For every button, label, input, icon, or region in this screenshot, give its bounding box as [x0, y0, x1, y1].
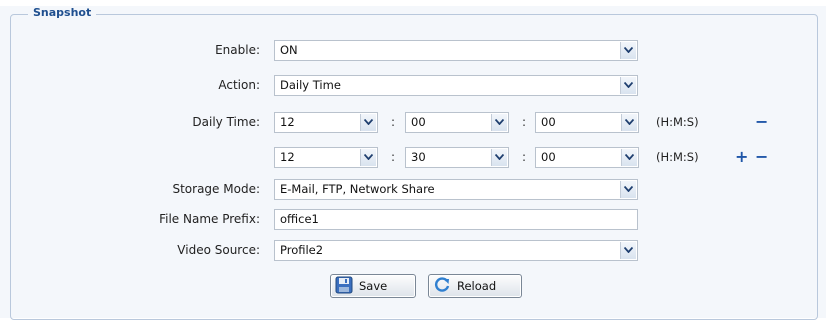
reload-button[interactable]: Reload	[428, 274, 522, 298]
video-source-select[interactable]: Profile2	[274, 240, 638, 261]
second-select[interactable]: 00	[535, 147, 639, 168]
chevron-down-icon[interactable]	[620, 242, 636, 259]
time-unit-hint: (H:M:S)	[656, 150, 699, 164]
minute-value: 00	[411, 115, 426, 129]
action-value: Daily Time	[280, 78, 341, 92]
second-value: 00	[541, 150, 556, 164]
snapshot-panel: Snapshot Enable: ON Action: Daily Time D…	[0, 6, 826, 320]
second-value: 00	[541, 115, 556, 129]
minute-select[interactable]: 00	[405, 112, 509, 133]
chevron-down-icon[interactable]	[620, 42, 636, 59]
action-select[interactable]: Daily Time	[274, 75, 638, 96]
daily-time-label: Daily Time:	[192, 115, 260, 129]
enable-select[interactable]: ON	[274, 40, 638, 61]
time-separator: :	[391, 150, 396, 164]
reload-label: Reload	[457, 279, 497, 293]
time-separator: :	[391, 115, 396, 129]
chevron-down-icon[interactable]	[620, 77, 636, 94]
save-label: Save	[359, 279, 388, 293]
minus-icon[interactable]: −	[755, 147, 768, 167]
hour-select[interactable]: 12	[274, 147, 378, 168]
minus-icon[interactable]: −	[755, 112, 768, 132]
section-legend: Snapshot	[28, 6, 97, 19]
chevron-down-icon[interactable]	[491, 114, 507, 131]
time-separator: :	[522, 115, 527, 129]
chevron-down-icon[interactable]	[621, 114, 637, 131]
minute-select[interactable]: 30	[405, 147, 509, 168]
chevron-down-icon[interactable]	[491, 149, 507, 166]
save-button[interactable]: Save	[330, 274, 416, 298]
chevron-down-icon[interactable]	[360, 149, 376, 166]
minute-value: 30	[411, 150, 426, 164]
hour-value: 12	[280, 150, 295, 164]
time-unit-hint: (H:M:S)	[656, 115, 699, 129]
enable-label: Enable:	[215, 43, 260, 57]
action-label: Action:	[218, 78, 260, 92]
enable-value: ON	[280, 43, 298, 57]
time-separator: :	[522, 150, 527, 164]
second-select[interactable]: 00	[535, 112, 639, 133]
file-name-prefix-label: File Name Prefix:	[159, 212, 260, 226]
refresh-icon	[433, 276, 451, 297]
hour-value: 12	[280, 115, 295, 129]
hour-select[interactable]: 12	[274, 112, 378, 133]
storage-mode-select[interactable]: E-Mail, FTP, Network Share	[274, 179, 638, 200]
chevron-down-icon[interactable]	[620, 181, 636, 198]
storage-mode-value: E-Mail, FTP, Network Share	[280, 182, 435, 196]
floppy-disk-icon	[335, 276, 353, 297]
video-source-label: Video Source:	[177, 243, 260, 257]
file-name-prefix-input[interactable]: office1	[274, 209, 638, 230]
storage-mode-label: Storage Mode:	[172, 182, 260, 196]
video-source-value: Profile2	[280, 243, 324, 257]
chevron-down-icon[interactable]	[360, 114, 376, 131]
plus-icon[interactable]: +	[735, 147, 748, 167]
chevron-down-icon[interactable]	[621, 149, 637, 166]
